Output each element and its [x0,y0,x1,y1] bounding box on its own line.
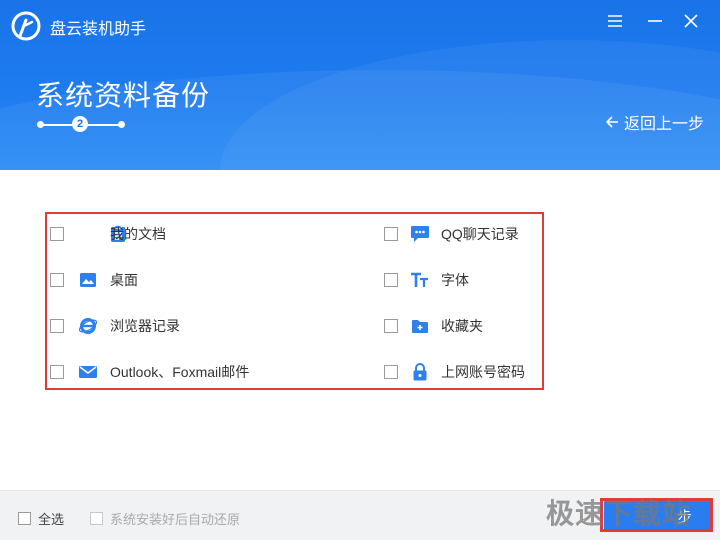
current-step-badge: 2 [72,116,88,132]
option-my-documents[interactable]: 我的文档 [50,222,166,246]
close-icon[interactable] [680,10,702,32]
auto-restore-label: 系统安装好后自动还原 [110,512,241,527]
option-qq-chat[interactable]: QQ聊天记录 [384,222,519,246]
header-wave-decoration [220,40,720,170]
chat-icon [410,224,430,244]
ie-browser-icon [78,316,98,336]
step-indicator: 2 [36,116,126,134]
back-button-label: 返回上一步 [624,116,705,133]
option-fonts[interactable]: 字体 [384,268,469,292]
checkbox[interactable] [384,227,398,241]
lock-icon [410,362,430,382]
app-logo-icon [10,10,42,42]
select-all-checkbox[interactable]: 全选 [18,509,64,528]
checkbox[interactable] [384,273,398,287]
option-desktop[interactable]: 桌面 [50,268,138,292]
checkbox[interactable] [50,227,64,241]
option-label: 我的文档 [110,226,166,242]
option-account-passwords[interactable]: 上网账号密码 [384,360,525,384]
select-all-label: 全选 [38,512,65,527]
option-mail[interactable]: Outlook、Foxmail邮件 [50,360,249,384]
app-title: 盘云装机助手 [50,21,147,38]
checkbox[interactable] [90,512,103,525]
desktop-image-icon [78,270,98,290]
option-label: 字体 [441,272,469,288]
page-title: 系统资料备份 [36,80,211,111]
arrow-left-icon [605,116,618,128]
checkbox[interactable] [384,365,398,379]
favorites-folder-icon [410,316,430,336]
checkbox[interactable] [50,273,64,287]
next-button-highlight [600,498,713,532]
mail-icon [78,362,98,382]
option-label: 上网账号密码 [441,364,525,380]
option-label: 桌面 [110,272,138,288]
option-label: 浏览器记录 [110,318,180,334]
back-button[interactable]: 返回上一步 [604,110,704,134]
step-dot [37,121,44,128]
checkbox[interactable] [18,512,31,525]
option-label: Outlook、Foxmail邮件 [110,364,250,380]
option-label: QQ聊天记录 [441,226,519,242]
step-dot [118,121,125,128]
backup-options-panel: 我的文档 QQ聊天记录 桌面 字体 浏览器记录 收藏夹 Outlook、Foxm… [45,212,544,390]
menu-icon[interactable] [604,10,626,32]
checkbox[interactable] [384,319,398,333]
header-banner: 盘云装机助手 系统资料备份 2 返回上一步 [0,0,720,170]
checkbox[interactable] [50,365,64,379]
option-browser-history[interactable]: 浏览器记录 [50,314,180,338]
auto-restore-checkbox[interactable]: 系统安装好后自动还原 [90,509,240,528]
option-favorites[interactable]: 收藏夹 [384,314,483,338]
checkbox[interactable] [50,319,64,333]
option-label: 收藏夹 [441,318,483,334]
font-icon [410,270,430,290]
minimize-icon[interactable] [644,10,666,32]
